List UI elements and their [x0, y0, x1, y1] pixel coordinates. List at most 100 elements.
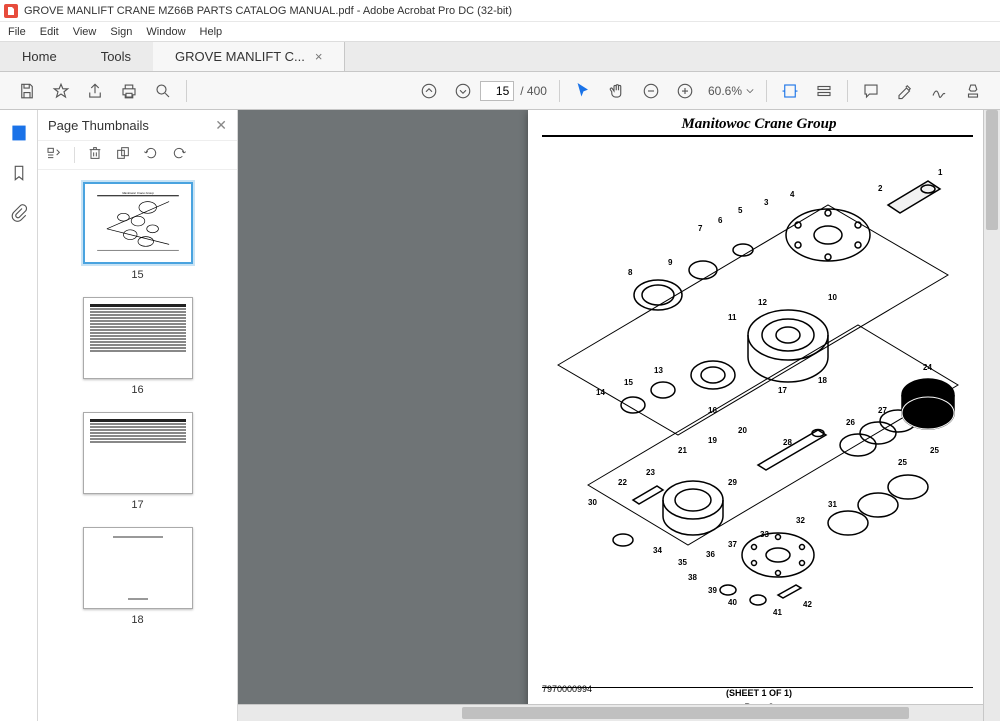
separator — [74, 147, 75, 163]
thumbnails-title: Page Thumbnails — [48, 118, 149, 133]
page-up-button[interactable] — [412, 74, 446, 108]
close-panel-button[interactable]: ✕ — [215, 117, 227, 134]
thumbnail-page-16[interactable]: 16 — [83, 297, 193, 396]
rotate-ccw-button[interactable] — [143, 145, 159, 166]
svg-text:39: 39 — [708, 586, 717, 595]
thumbnail-page-17[interactable]: 17 — [83, 412, 193, 511]
tab-document-label: GROVE MANLIFT C... — [175, 49, 305, 64]
separator — [847, 80, 848, 102]
page-number-input[interactable] — [480, 81, 514, 101]
zoom-select[interactable]: 60.6% — [708, 84, 754, 98]
rotate-cw-button[interactable] — [171, 145, 187, 166]
svg-text:13: 13 — [654, 366, 663, 375]
fit-width-button[interactable] — [773, 74, 807, 108]
thumbs-options-button[interactable] — [46, 145, 62, 166]
save-button[interactable] — [10, 74, 44, 108]
title-rule — [542, 135, 976, 137]
close-icon[interactable]: × — [315, 49, 323, 64]
separator — [766, 80, 767, 102]
thumbnail-page-18[interactable]: 18 — [83, 527, 193, 626]
table-thumbnail-icon — [88, 417, 188, 489]
svg-text:17: 17 — [778, 386, 787, 395]
zoom-in-button[interactable] — [668, 74, 702, 108]
svg-text:9: 9 — [668, 258, 673, 267]
svg-text:12: 12 — [758, 298, 767, 307]
share-button[interactable] — [78, 74, 112, 108]
thumbnails-list[interactable]: Manitowoc Crane Group 15 — [38, 170, 237, 721]
menu-edit[interactable]: Edit — [40, 26, 59, 38]
print-button[interactable] — [112, 74, 146, 108]
svg-text:24: 24 — [923, 363, 932, 372]
thumbnails-tab-button[interactable] — [8, 122, 30, 144]
tab-bar: Home Tools GROVE MANLIFT C... × — [0, 42, 1000, 72]
thumbnail-label: 18 — [131, 614, 143, 626]
svg-text:7: 7 — [698, 224, 703, 233]
parts-diagram: 1243 567 89 101211 141513 161718 223023 … — [528, 145, 968, 625]
attachments-tab-button[interactable] — [8, 202, 30, 224]
tab-home[interactable]: Home — [0, 42, 79, 71]
stamp-button[interactable] — [956, 74, 990, 108]
menu-help[interactable]: Help — [200, 26, 223, 38]
svg-text:34: 34 — [653, 546, 662, 555]
page-down-button[interactable] — [446, 74, 480, 108]
menu-view[interactable]: View — [73, 26, 97, 38]
thumbnail-label: 16 — [131, 384, 143, 396]
sheet-label: (SHEET 1 OF 1) — [726, 688, 792, 698]
sidebar-rail — [0, 110, 38, 721]
blank-thumbnail-icon — [88, 532, 188, 604]
thumbnail-page-15[interactable]: Manitowoc Crane Group 15 — [83, 182, 193, 281]
svg-text:6: 6 — [718, 216, 723, 225]
highlight-button[interactable] — [888, 74, 922, 108]
hand-tool-button[interactable] — [600, 74, 634, 108]
svg-text:32: 32 — [796, 516, 805, 525]
thumbnail-label: 15 — [131, 269, 143, 281]
horizontal-scrollbar[interactable] — [238, 704, 983, 721]
sign-button[interactable] — [922, 74, 956, 108]
svg-text:35: 35 — [678, 558, 687, 567]
svg-text:11: 11 — [728, 313, 737, 322]
svg-text:10: 10 — [828, 293, 837, 302]
svg-text:1: 1 — [938, 168, 943, 177]
toolbar: / 400 60.6% — [0, 72, 1000, 110]
document-title: Manitowoc Crane Group — [528, 110, 990, 135]
svg-text:3: 3 — [764, 198, 769, 207]
svg-text:31: 31 — [828, 500, 837, 509]
svg-text:38: 38 — [688, 573, 697, 582]
tab-tools[interactable]: Tools — [79, 42, 153, 71]
menu-file[interactable]: File — [8, 26, 26, 38]
document-viewer[interactable]: Manitowoc Crane Group — [238, 110, 1000, 721]
vertical-scrollbar[interactable] — [983, 110, 1000, 721]
svg-text:29: 29 — [728, 478, 737, 487]
comment-button[interactable] — [854, 74, 888, 108]
separator — [186, 80, 187, 102]
search-button[interactable] — [146, 74, 180, 108]
right-tools-strip[interactable] — [973, 110, 983, 704]
svg-text:33: 33 — [760, 530, 769, 539]
tab-document[interactable]: GROVE MANLIFT C... × — [153, 42, 345, 71]
svg-text:41: 41 — [773, 608, 782, 617]
thumbnails-panel: Page Thumbnails ✕ Manitowoc Crane Group — [38, 110, 238, 721]
scroll-mode-button[interactable] — [807, 74, 841, 108]
select-tool-button[interactable] — [566, 74, 600, 108]
schematic-thumbnail-icon: Manitowoc Crane Group — [89, 188, 187, 258]
svg-text:4: 4 — [790, 190, 795, 199]
menu-window[interactable]: Window — [146, 26, 185, 38]
svg-text:22: 22 — [618, 478, 627, 487]
bookmark-tab-button[interactable] — [8, 162, 30, 184]
star-button[interactable] — [44, 74, 78, 108]
svg-text:37: 37 — [728, 540, 737, 549]
svg-text:16: 16 — [708, 406, 717, 415]
scrollbar-thumb[interactable] — [986, 110, 998, 230]
pdf-file-icon — [4, 4, 18, 18]
svg-text:26: 26 — [846, 418, 855, 427]
window-titlebar: GROVE MANLIFT CRANE MZ66B PARTS CATALOG … — [0, 0, 1000, 22]
rotate-pages-button[interactable] — [115, 145, 131, 166]
menu-sign[interactable]: Sign — [110, 26, 132, 38]
delete-page-button[interactable] — [87, 145, 103, 166]
menu-bar: File Edit View Sign Window Help — [0, 22, 1000, 42]
svg-text:25: 25 — [898, 458, 907, 467]
svg-text:28: 28 — [783, 438, 792, 447]
svg-text:15: 15 — [624, 378, 633, 387]
scrollbar-thumb[interactable] — [462, 707, 909, 719]
zoom-out-button[interactable] — [634, 74, 668, 108]
